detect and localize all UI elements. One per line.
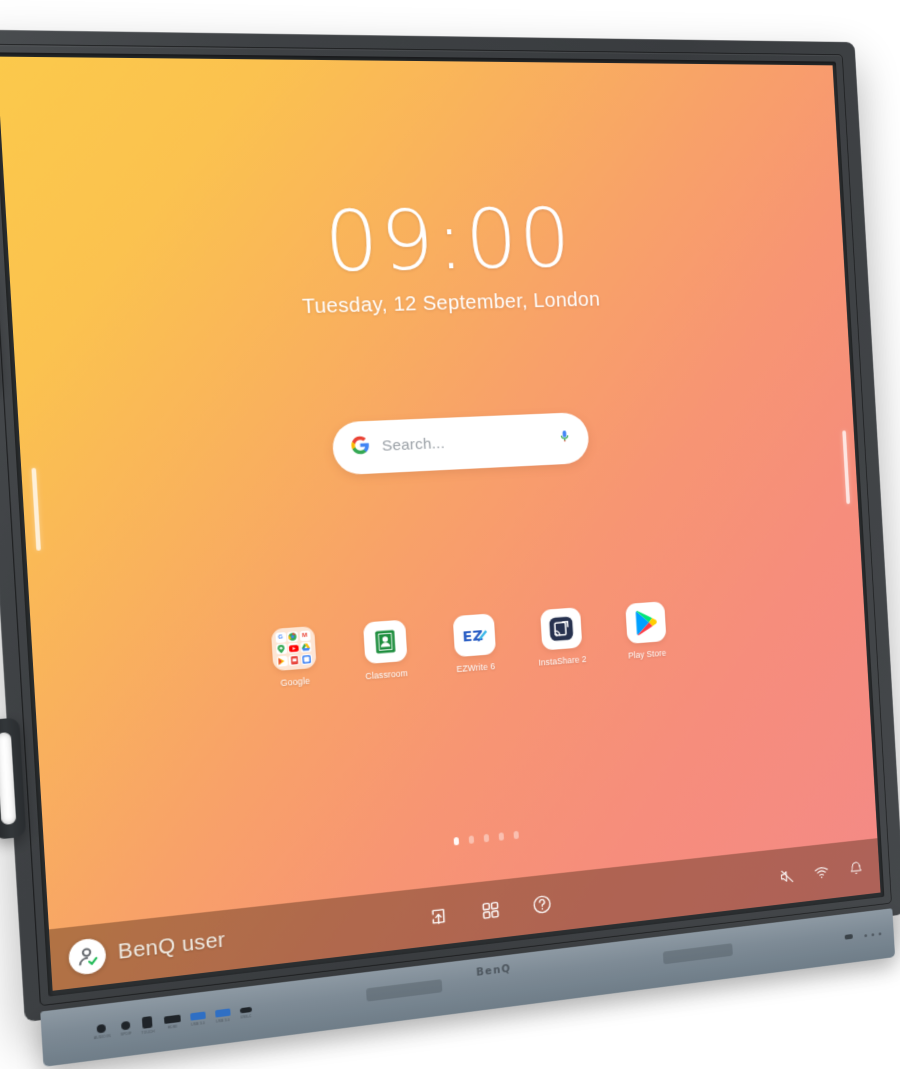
- search-input[interactable]: Search...: [381, 431, 545, 455]
- play-mini-icon: [276, 655, 288, 667]
- all-apps-button[interactable]: [477, 897, 502, 924]
- user-name: BenQ user: [117, 928, 227, 964]
- led-pip: [871, 933, 875, 937]
- app-shortcut-ezwrite[interactable]: EZ EZWrite 6: [442, 612, 507, 675]
- svg-text:EZ: EZ: [462, 627, 483, 645]
- app-label: Classroom: [365, 667, 409, 682]
- sidebar-handle-left[interactable]: [31, 467, 41, 551]
- page-dot[interactable]: [483, 833, 489, 842]
- page-dot[interactable]: [453, 836, 459, 846]
- google-g-icon: [349, 435, 370, 460]
- page-dot[interactable]: [498, 831, 504, 841]
- clock-date: Tuesday, 12 September, London: [301, 288, 601, 318]
- app-shortcut-row: G M Google Classroom EZ EZWrite 6 InstaS…: [32, 587, 866, 707]
- led-pip: [864, 934, 868, 938]
- benq-logo: BenQ: [475, 963, 512, 979]
- port-audio-out-jack: SPDIF: [120, 1020, 132, 1036]
- app-label: EZWrite 6: [456, 660, 496, 674]
- scene: 09:00 Tuesday, 12 September, London Sear…: [0, 0, 900, 1067]
- instashare-icon[interactable]: [539, 606, 582, 651]
- ezwrite-icon[interactable]: EZ: [452, 613, 496, 658]
- port-hdmi: HDMI: [163, 1014, 181, 1031]
- app-label: InstaShare 2: [538, 653, 587, 668]
- port-audio-in-jack: AUDIO IN: [93, 1023, 111, 1040]
- maps-mini-icon: [275, 643, 287, 655]
- app-label: Play Store: [627, 647, 667, 661]
- page-dot[interactable]: [512, 830, 519, 839]
- google-folder-icon[interactable]: G M: [270, 625, 317, 671]
- port-usb-b: TOUCH: [141, 1016, 155, 1035]
- microphone-icon[interactable]: [556, 428, 572, 448]
- led-pip: [878, 932, 882, 936]
- google-search-mini-icon: G: [274, 631, 287, 643]
- app-shortcut-instashare[interactable]: InstaShare 2: [529, 606, 593, 668]
- power-led-indicator: [844, 933, 853, 940]
- person-verified-avatar-icon[interactable]: [67, 936, 107, 976]
- app-shortcut-google[interactable]: G M Google: [259, 625, 328, 689]
- share-upload-button[interactable]: [425, 902, 451, 929]
- play-store-icon[interactable]: [624, 601, 667, 644]
- nav-button-group: [425, 891, 554, 930]
- port-cluster: AUDIO IN SPDIF TOUCH HDMI USB 3.0 USB 3.…: [93, 1004, 252, 1042]
- app-shortcut-play-store[interactable]: Play Store: [615, 600, 677, 661]
- volume-muted-icon[interactable]: [779, 867, 795, 885]
- search-bar-container: Search...: [19, 401, 855, 491]
- benq-interactive-display: 09:00 Tuesday, 12 September, London Sear…: [0, 29, 900, 1067]
- google-search-bar[interactable]: Search...: [330, 411, 590, 476]
- status-icon-group: [779, 859, 864, 885]
- help-button[interactable]: [529, 891, 554, 917]
- port-usb-3-2: USB 3.0: [214, 1008, 231, 1024]
- port-usb-3-1: USB 3.0: [189, 1011, 206, 1027]
- port-usb-c: USB-C: [239, 1006, 252, 1020]
- google-classroom-icon[interactable]: [362, 619, 407, 664]
- page-dot[interactable]: [468, 834, 474, 844]
- wifi-icon[interactable]: [813, 863, 829, 881]
- speaker-vent-right: [662, 943, 733, 965]
- app-shortcut-classroom[interactable]: Classroom: [352, 619, 419, 682]
- speaker-vent-left: [365, 979, 443, 1002]
- bell-icon[interactable]: [847, 859, 863, 877]
